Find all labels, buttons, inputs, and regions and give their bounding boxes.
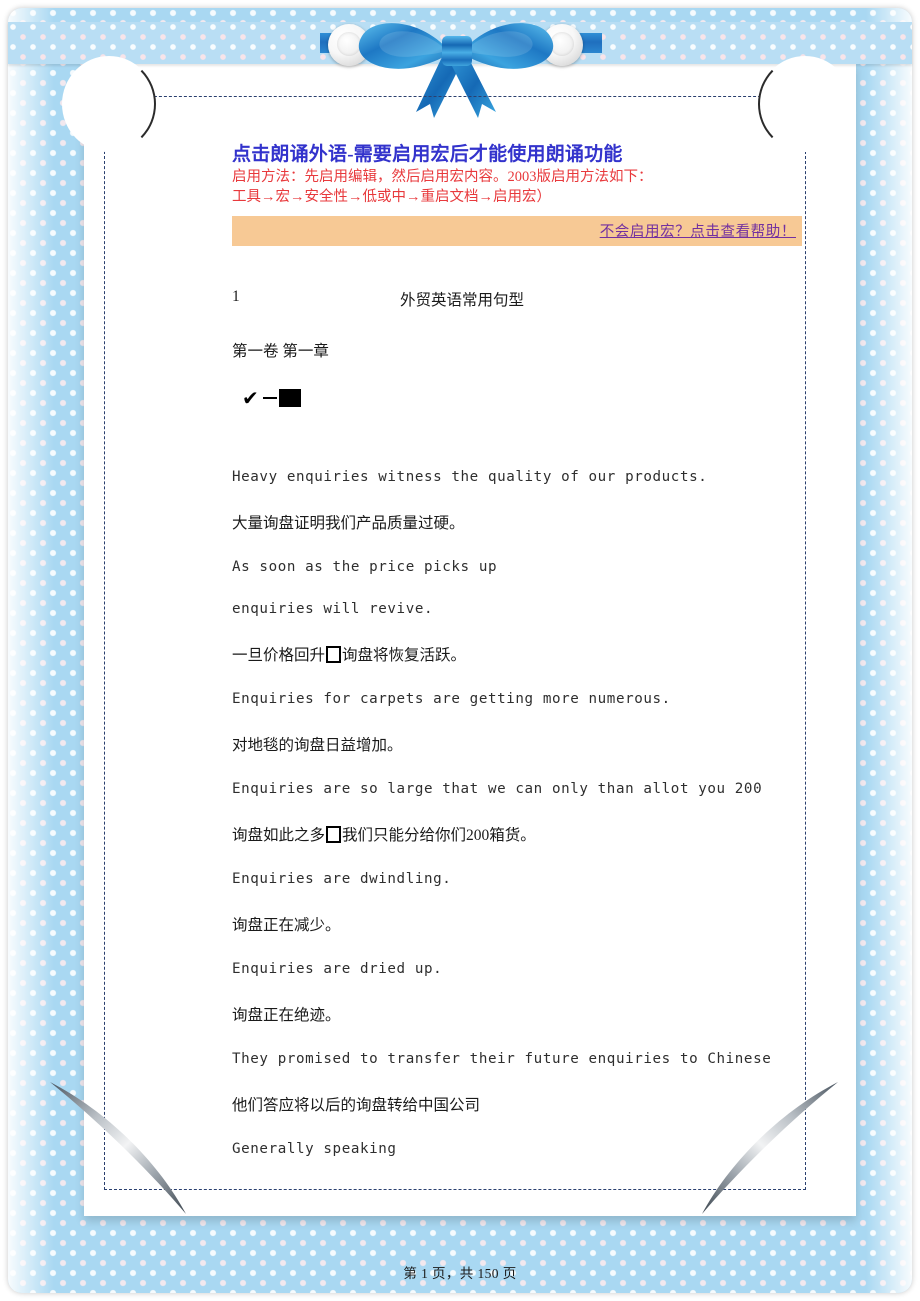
document-line: As soon as the price picks up (232, 559, 498, 576)
document-heading-row: 1 外贸英语常用句型 (232, 288, 525, 310)
document-line: Enquiries are so large that we can only … (232, 781, 763, 798)
document-line: They promised to transfer their future e… (232, 1051, 772, 1068)
dash-icon (262, 397, 277, 400)
macro-enable-notice: 点击朗诵外语-需要启用宏后才能使用朗诵功能 启用方法：先启用编辑，然后启用宏内容… (232, 143, 812, 247)
document-canvas: 点击朗诵外语-需要启用宏后才能使用朗诵功能 启用方法：先启用编辑，然后启用宏内容… (0, 0, 920, 1301)
document-line: 询盘正在减少。 (232, 917, 341, 935)
document-line: 一旦价格回升 询盘将恢复活跃。 (232, 646, 467, 665)
corner-circle-top-left (62, 56, 156, 152)
document-title: 外贸英语常用句型 (400, 292, 525, 310)
macro-notice-instructions-line1: 启用方法：先启用编辑，然后启用宏内容。2003版启用方法如下： (232, 169, 653, 186)
document-body: 1 外贸英语常用句型 第一卷 第一章 ✔ Heavy enquiries wit… (232, 288, 812, 1157)
page-status-footer: 第 1 页，共 150 页 (403, 1266, 517, 1281)
macro-notice-instructions-line2: 工具→宏→安全性→低或中→重启文档→启用宏） (232, 188, 551, 205)
document-line: 他们答应将以后的询盘转给中国公司 (232, 1097, 481, 1115)
document-marker-row: ✔ (242, 387, 812, 409)
document-line: enquiries will revive. (232, 601, 434, 618)
document-line: 询盘如此之多 我们只能分给你们200箱货。 (232, 826, 536, 845)
document-line: 对地毯的询盘日益增加。 (232, 737, 403, 755)
macro-help-link[interactable]: 不会启用宏？点击查看帮助！ (600, 224, 796, 240)
document-line: Heavy enquiries witness the quality of o… (232, 469, 708, 486)
document-line: 询盘正在绝迹。 (232, 1007, 341, 1025)
macro-help-bar: 不会启用宏？点击查看帮助！ (232, 216, 802, 247)
missing-glyph-box-icon (326, 646, 342, 664)
document-text-lines: Heavy enquiries witness the quality of o… (232, 469, 812, 1157)
document-line: Generally speaking (232, 1141, 397, 1158)
corner-swoosh-bottom-left (48, 1078, 198, 1218)
document-content: 点击朗诵外语-需要启用宏后才能使用朗诵功能 启用方法：先启用编辑，然后启用宏内容… (232, 143, 812, 1183)
macro-notice-title: 点击朗诵外语-需要启用宏后才能使用朗诵功能 (232, 144, 623, 165)
document-line: Enquiries are dried up. (232, 961, 443, 978)
missing-glyph-box-icon (326, 826, 342, 844)
document-line-continuation: 我们只能分给你们200箱货。 (342, 827, 536, 845)
document-chapter-label: 第一卷 第一章 (232, 343, 329, 361)
document-line: Enquiries for carpets are getting more n… (232, 691, 671, 708)
checkmark-icon: ✔ (242, 386, 259, 411)
document-line: 大量询盘证明我们产品质量过硬。 (232, 515, 465, 533)
filled-square-icon (278, 389, 301, 408)
document-line: Enquiries are dwindling. (232, 871, 452, 888)
corner-circle-top-right (758, 56, 852, 152)
document-line-continuation: 询盘将恢复活跃。 (342, 647, 467, 665)
